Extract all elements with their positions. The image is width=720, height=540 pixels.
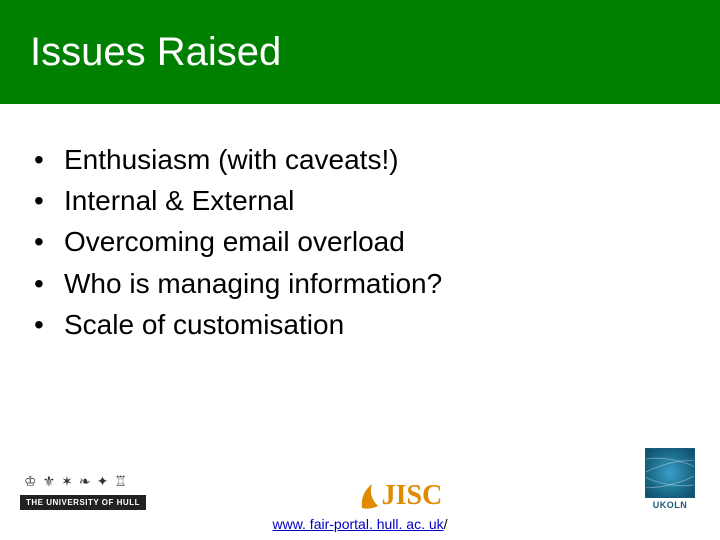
footer-link-suffix: / — [444, 516, 448, 532]
slide: Issues Raised Enthusiasm (with caveats!)… — [0, 0, 720, 540]
crest-icon: ❧ — [79, 474, 91, 488]
crest-icon: ⚜ — [43, 474, 56, 488]
jisc-mark: JISC — [358, 480, 443, 510]
jisc-swoosh-icon — [358, 480, 380, 510]
ukoln-label: UKOLN — [640, 500, 700, 510]
bullet-item: Who is managing information? — [30, 264, 690, 303]
footer: ♔ ⚜ ✶ ❧ ✦ ♖ THE UNIVERSITY OF HULL J — [0, 448, 720, 540]
logo-jisc: JISC — [358, 480, 443, 510]
logo-row: ♔ ⚜ ✶ ❧ ✦ ♖ THE UNIVERSITY OF HULL J — [20, 448, 700, 510]
crest-icon: ✶ — [61, 474, 73, 488]
bullet-item: Enthusiasm (with caveats!) — [30, 140, 690, 179]
crest-icon: ✦ — [97, 474, 109, 488]
slide-content: Enthusiasm (with caveats!) Internal & Ex… — [0, 104, 720, 344]
title-bar: Issues Raised — [0, 0, 720, 104]
crest-icon: ♔ — [24, 474, 37, 488]
logo-ukoln: UKOLN — [640, 448, 700, 510]
slide-title: Issues Raised — [30, 30, 281, 75]
bullet-item: Internal & External — [30, 181, 690, 220]
ukoln-globe-icon — [645, 448, 695, 498]
bullet-list: Enthusiasm (with caveats!) Internal & Ex… — [30, 140, 690, 344]
hull-crest-icons: ♔ ⚜ ✶ ❧ ✦ ♖ — [20, 474, 160, 488]
footer-link[interactable]: www. fair-portal. hull. ac. uk — [272, 516, 443, 532]
footer-link-container: www. fair-portal. hull. ac. uk/ — [20, 516, 700, 532]
hull-label: THE UNIVERSITY OF HULL — [20, 495, 146, 510]
bullet-item: Scale of customisation — [30, 305, 690, 344]
crest-icon: ♖ — [114, 474, 127, 488]
jisc-text: JISC — [382, 482, 443, 510]
logo-university-of-hull: ♔ ⚜ ✶ ❧ ✦ ♖ THE UNIVERSITY OF HULL — [20, 474, 160, 510]
bullet-item: Overcoming email overload — [30, 222, 690, 261]
